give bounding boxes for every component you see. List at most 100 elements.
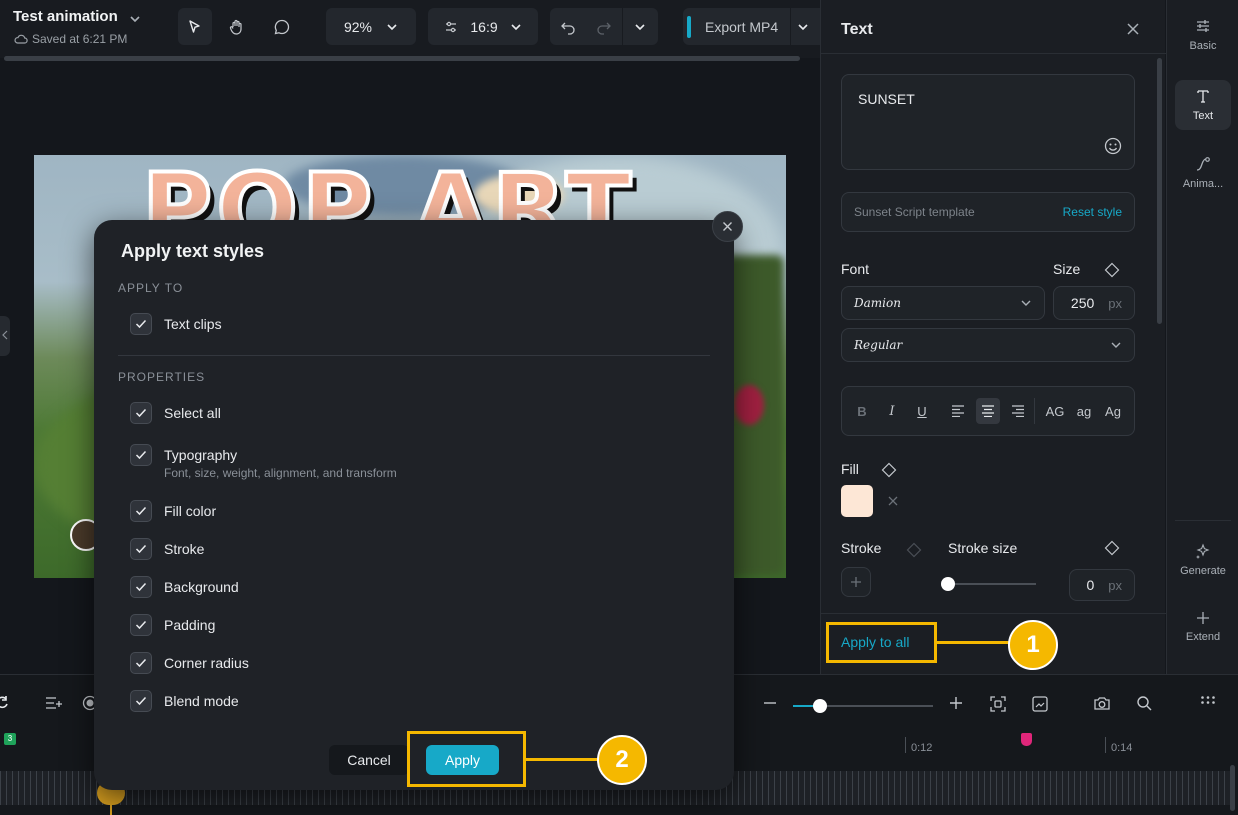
check-icon[interactable] bbox=[130, 614, 152, 636]
align-center-icon bbox=[981, 405, 995, 417]
frame-icon[interactable] bbox=[1031, 695, 1049, 713]
callout-line-2 bbox=[526, 758, 600, 761]
aspect-ratio-dropdown[interactable]: 16:9 bbox=[428, 8, 538, 45]
align-left-button[interactable] bbox=[946, 398, 970, 424]
sidebar-item-generate[interactable]: Generate bbox=[1175, 543, 1231, 577]
sidebar-item-extend[interactable]: Extend bbox=[1175, 611, 1231, 643]
chevron-down-icon[interactable] bbox=[128, 12, 142, 26]
select-tool-button[interactable] bbox=[178, 8, 212, 45]
sidebar-item-label: Anima... bbox=[1182, 178, 1224, 190]
text-value[interactable]: SUNSET bbox=[858, 91, 915, 107]
checkbox-label: Stroke bbox=[164, 541, 205, 557]
uppercase-button[interactable]: AG bbox=[1042, 398, 1068, 424]
emoji-icon[interactable] bbox=[1104, 137, 1122, 155]
keyframe-icon[interactable] bbox=[1104, 540, 1120, 556]
timeline-zoom-handle[interactable] bbox=[813, 699, 827, 713]
playhead-line[interactable] bbox=[110, 800, 112, 815]
check-icon[interactable] bbox=[130, 652, 152, 674]
check-icon[interactable] bbox=[130, 313, 152, 335]
reset-style-link[interactable]: Reset style bbox=[1063, 205, 1122, 219]
zoom-in-icon[interactable] bbox=[949, 695, 963, 711]
hand-icon bbox=[228, 18, 246, 36]
font-family-select[interactable]: Damion bbox=[841, 286, 1045, 320]
comment-tool-button[interactable] bbox=[265, 8, 299, 45]
add-track-icon[interactable] bbox=[45, 695, 63, 711]
animation-icon bbox=[1195, 156, 1211, 172]
checkbox-select-all[interactable]: Select all bbox=[130, 402, 221, 424]
chevron-down-icon bbox=[510, 21, 522, 33]
checkbox-padding[interactable]: Padding bbox=[130, 614, 215, 636]
check-icon[interactable] bbox=[130, 500, 152, 522]
sidebar-item-animation[interactable]: Anima... bbox=[1175, 156, 1231, 190]
check-icon[interactable] bbox=[130, 576, 152, 598]
tick-mark bbox=[1105, 737, 1106, 753]
lowercase-button[interactable]: ag bbox=[1071, 398, 1097, 424]
keyframe-icon[interactable] bbox=[881, 462, 897, 478]
checkbox-label: Text clips bbox=[164, 316, 222, 332]
font-weight-select[interactable]: Regular bbox=[841, 328, 1135, 362]
undo-icon[interactable] bbox=[550, 19, 586, 35]
checkbox-text-clips[interactable]: Text clips bbox=[130, 313, 222, 335]
save-status: Saved at 6:21 PM bbox=[14, 32, 127, 46]
stroke-size-slider[interactable] bbox=[948, 583, 1036, 585]
font-label: Font bbox=[841, 261, 870, 277]
keyframe-icon[interactable] bbox=[1104, 262, 1120, 278]
add-stroke-button[interactable] bbox=[841, 567, 871, 597]
check-icon[interactable] bbox=[130, 444, 152, 466]
zoom-out-icon[interactable] bbox=[763, 695, 777, 711]
check-icon[interactable] bbox=[130, 402, 152, 424]
zoom-dropdown[interactable]: 92% bbox=[326, 8, 416, 45]
track-badge[interactable]: 3 bbox=[4, 733, 16, 745]
checkbox-background[interactable]: Background bbox=[130, 576, 239, 598]
marker-icon[interactable] bbox=[1021, 733, 1032, 746]
history-group bbox=[550, 8, 658, 45]
stroke-size-slider-handle[interactable] bbox=[941, 577, 955, 591]
search-icon[interactable] bbox=[1136, 695, 1152, 711]
titlecase-button[interactable]: Ag bbox=[1100, 398, 1126, 424]
cancel-button[interactable]: Cancel bbox=[329, 745, 409, 775]
timeline-scrollbar[interactable] bbox=[1230, 765, 1235, 811]
remove-fill-icon[interactable] bbox=[887, 495, 899, 507]
panel-scrollbar[interactable] bbox=[1157, 58, 1162, 324]
checkbox-stroke[interactable]: Stroke bbox=[130, 538, 204, 560]
redo-icon[interactable] bbox=[586, 19, 622, 35]
sidebar-item-label: Generate bbox=[1180, 565, 1226, 577]
align-center-button[interactable] bbox=[976, 398, 1000, 424]
checkbox-corner-radius[interactable]: Corner radius bbox=[130, 652, 249, 674]
export-button[interactable]: Export MP4 bbox=[683, 8, 820, 45]
sidebar-item-text[interactable]: Text bbox=[1175, 80, 1231, 130]
chevron-down-icon bbox=[386, 21, 398, 33]
check-icon[interactable] bbox=[130, 690, 152, 712]
checkbox-blend-mode[interactable]: Blend mode bbox=[130, 690, 239, 712]
font-size-input[interactable]: 250 px bbox=[1053, 286, 1135, 320]
cursor-icon bbox=[187, 19, 203, 35]
chevron-down-icon bbox=[1020, 297, 1032, 309]
close-icon[interactable] bbox=[1126, 22, 1140, 36]
horizontal-scrollbar[interactable] bbox=[4, 56, 800, 61]
align-right-button[interactable] bbox=[1006, 398, 1030, 424]
dialog-close-button[interactable] bbox=[712, 211, 743, 242]
stroke-size-unit: px bbox=[1108, 577, 1122, 593]
callout-number-1: 1 bbox=[1008, 620, 1058, 670]
project-title[interactable]: Test animation bbox=[13, 8, 118, 25]
loop-icon[interactable] bbox=[0, 695, 10, 711]
bold-button[interactable]: B bbox=[850, 398, 874, 424]
underline-button[interactable]: U bbox=[910, 398, 934, 424]
check-icon[interactable] bbox=[130, 538, 152, 560]
keyframe-icon[interactable] bbox=[906, 542, 922, 558]
sidebar-item-basic[interactable]: Basic bbox=[1175, 18, 1231, 52]
more-icon[interactable] bbox=[1200, 695, 1216, 705]
fill-color-swatch[interactable] bbox=[841, 485, 873, 517]
collapse-left-handle[interactable] bbox=[0, 316, 10, 356]
italic-button[interactable]: I bbox=[880, 398, 904, 424]
camera-icon[interactable] bbox=[1093, 695, 1111, 711]
hand-tool-button[interactable] bbox=[220, 8, 254, 45]
fit-icon[interactable] bbox=[989, 695, 1007, 713]
chevron-down-icon[interactable] bbox=[797, 21, 809, 33]
checkbox-fill-color[interactable]: Fill color bbox=[130, 500, 216, 522]
text-input-area[interactable]: SUNSET bbox=[841, 74, 1135, 170]
checkbox-typography[interactable]: Typography Font, size, weight, alignment… bbox=[130, 444, 397, 480]
chevron-down-icon[interactable] bbox=[623, 21, 657, 33]
stroke-size-input[interactable]: 0 px bbox=[1069, 569, 1135, 601]
properties-label: PROPERTIES bbox=[118, 370, 206, 384]
